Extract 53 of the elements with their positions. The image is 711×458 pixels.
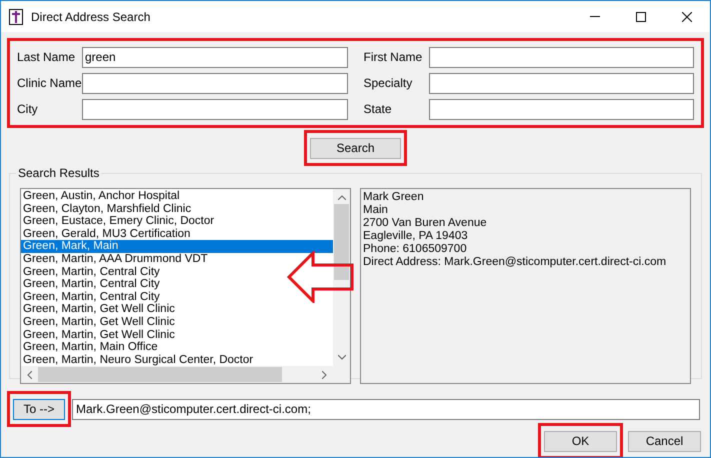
ok-button[interactable]: OK xyxy=(544,430,617,452)
list-item[interactable]: Green, Gerald, MU3 Certification xyxy=(21,228,333,240)
scroll-right-icon[interactable] xyxy=(322,370,327,378)
text-field[interactable] xyxy=(82,72,348,94)
field-label: First Name xyxy=(364,49,424,66)
detail-line: Main xyxy=(363,204,389,217)
detail-line: Mark Green xyxy=(363,191,425,204)
text-field[interactable]: green xyxy=(82,46,348,68)
scrollbar[interactable] xyxy=(21,366,350,383)
list-item[interactable]: Green, Martin, Central City xyxy=(21,266,333,278)
field-label: Specialty xyxy=(364,75,414,92)
detail-line: 2700 Van Buren Avenue xyxy=(363,217,488,230)
list-item[interactable]: Green, Martin, AAA Drummond VDT xyxy=(21,252,333,266)
text-field[interactable] xyxy=(428,98,694,120)
detail-line: Eagleville, PA 19403 xyxy=(363,230,469,243)
scroll-down-icon[interactable] xyxy=(338,355,346,360)
text-field[interactable] xyxy=(428,72,694,94)
minimize-icon xyxy=(590,16,600,17)
search-button[interactable]: Search xyxy=(310,138,401,158)
app-icon xyxy=(9,8,23,24)
scrollbar[interactable] xyxy=(333,189,350,366)
list-item[interactable]: Green, Austin, Anchor Hospital xyxy=(21,190,333,203)
list-item[interactable]: Green, Martin, Central City xyxy=(21,278,333,291)
maximize-icon xyxy=(636,12,646,22)
list-item[interactable]: Green, Clayton, Marshfield Clinic xyxy=(21,202,333,216)
list-item[interactable]: Green, Martin, Main Office xyxy=(21,341,333,354)
list-item[interactable]: Green, Martin, Get Well Clinic xyxy=(21,316,333,329)
list-item[interactable]: Green, Martin, Get Well Clinic xyxy=(21,328,333,342)
results-list[interactable] xyxy=(20,188,351,384)
field-label: City xyxy=(17,101,39,118)
scroll-left-icon[interactable] xyxy=(27,370,32,378)
list-item[interactable]: Green, Martin, Central City xyxy=(21,290,333,304)
field-label: Last Name xyxy=(17,49,76,66)
scroll-thumb[interactable] xyxy=(334,204,349,280)
close-icon xyxy=(682,12,692,22)
to-button[interactable]: To --> xyxy=(13,398,65,420)
list-item[interactable]: Green, Martin, Neuro Surgical Center, Doctor xyxy=(21,354,333,366)
text-field[interactable] xyxy=(428,46,694,68)
scroll-thumb[interactable] xyxy=(38,367,282,382)
text-field[interactable] xyxy=(82,98,348,120)
field-label: Clinic Name xyxy=(17,75,82,92)
recipient-field[interactable]: Mark.Green@sticomputer.cert.direct-ci.com; xyxy=(72,398,700,420)
scroll-up-icon[interactable] xyxy=(338,195,346,200)
cancel-button[interactable]: Cancel xyxy=(628,430,701,452)
window-title: Direct Address Search xyxy=(31,8,150,26)
field-label: State xyxy=(364,101,393,118)
list-item[interactable]: Green, Eustace, Emery Clinic, Doctor xyxy=(21,215,333,228)
list-item[interactable]: Green, Martin, Get Well Clinic xyxy=(21,303,333,316)
detail-line: Phone: 6106509700 xyxy=(363,243,468,256)
group-title: Search Results xyxy=(16,166,102,180)
detail-line: Direct Address: Mark.Green@sticomputer.cert.direct-ci.com xyxy=(363,256,668,269)
list-item[interactable]: Green, Mark, Main xyxy=(21,240,333,253)
arrow-drawing xyxy=(287,251,355,303)
